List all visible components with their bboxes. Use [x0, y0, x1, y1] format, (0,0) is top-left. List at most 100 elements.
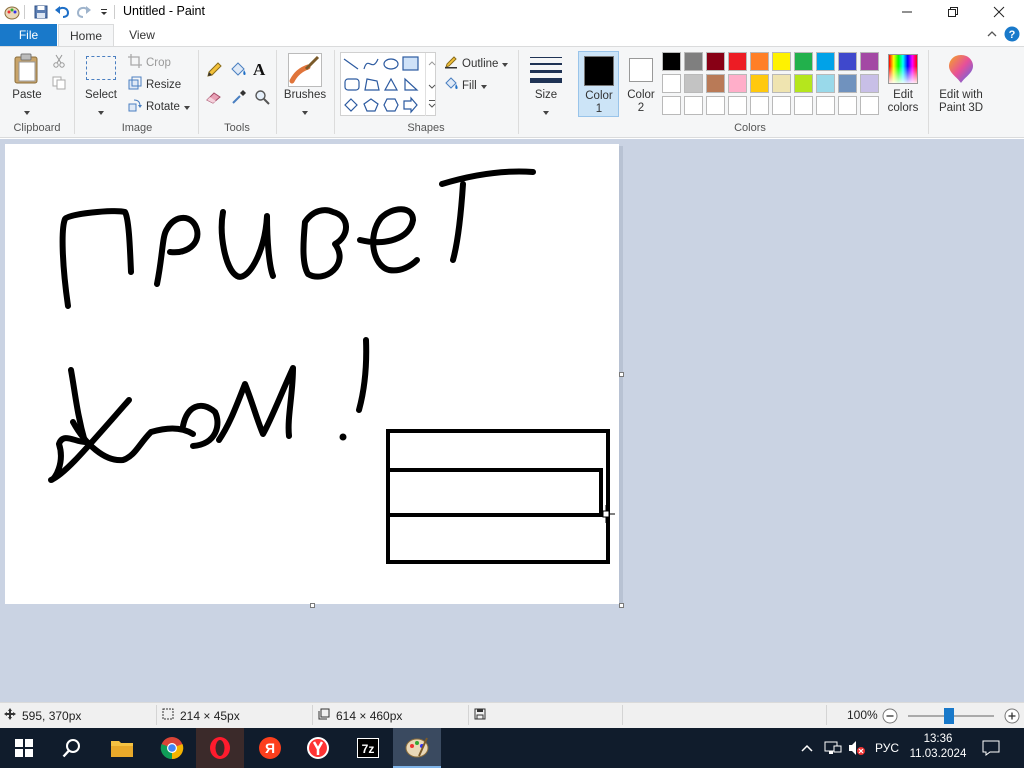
tab-file[interactable]: File — [0, 24, 57, 46]
pencil-icon[interactable] — [206, 62, 222, 81]
taskbar-opera[interactable] — [196, 728, 244, 768]
color-swatch[interactable] — [750, 52, 769, 71]
zoom-out-icon[interactable] — [882, 708, 898, 727]
taskbar-7zip[interactable]: 7z — [344, 728, 392, 768]
copy-icon[interactable] — [52, 76, 66, 93]
outline-button[interactable]: Outline — [444, 55, 509, 72]
redo-icon[interactable] — [75, 3, 93, 21]
restore-button[interactable] — [930, 0, 976, 24]
color-palette[interactable] — [662, 52, 882, 118]
color-swatch[interactable] — [816, 96, 835, 115]
color-swatch[interactable] — [794, 96, 813, 115]
taskbar-file-explorer[interactable] — [98, 728, 146, 768]
resize-handle-corner[interactable] — [619, 603, 624, 608]
color-swatch[interactable] — [772, 52, 791, 71]
color-swatch[interactable] — [750, 96, 769, 115]
group-separator — [276, 50, 277, 134]
color-swatch[interactable] — [772, 74, 791, 93]
taskbar-yandex-browser[interactable] — [294, 728, 342, 768]
color-swatch[interactable] — [860, 52, 879, 71]
color-swatch[interactable] — [684, 52, 703, 71]
paint-app-icon[interactable] — [3, 3, 21, 21]
color-swatch[interactable] — [706, 74, 725, 93]
search-button[interactable] — [48, 728, 96, 768]
close-button[interactable] — [976, 0, 1022, 24]
select-button[interactable]: Select — [80, 50, 122, 115]
notifications-icon[interactable] — [982, 728, 1000, 768]
minimize-button[interactable] — [884, 0, 930, 24]
color-swatch[interactable] — [728, 96, 747, 115]
color-swatch[interactable] — [684, 96, 703, 115]
color-swatch[interactable] — [706, 52, 725, 71]
edit-with-paint3d-button[interactable]: Edit with Paint 3D — [934, 50, 988, 116]
language-indicator[interactable]: РУС — [875, 728, 899, 768]
color-swatch[interactable] — [860, 74, 879, 93]
magnifier-icon[interactable] — [254, 89, 270, 108]
zoom-slider-thumb[interactable] — [944, 708, 954, 724]
color-swatch[interactable] — [728, 52, 747, 71]
cut-icon[interactable] — [52, 54, 66, 71]
opera-icon — [210, 737, 230, 759]
taskbar-paint[interactable] — [393, 728, 441, 768]
color-swatch[interactable] — [838, 52, 857, 71]
right-triangle-shape-icon — [404, 77, 419, 91]
color-swatch[interactable] — [684, 74, 703, 93]
resize-button[interactable]: Resize — [128, 76, 181, 93]
taskbar-yandex[interactable]: Я — [246, 728, 294, 768]
collapse-ribbon-icon[interactable] — [986, 28, 998, 43]
save-icon[interactable] — [32, 3, 50, 21]
resize-handle-right[interactable] — [619, 372, 624, 377]
color-swatch[interactable] — [816, 74, 835, 93]
color-swatch[interactable] — [662, 74, 681, 93]
zoom-in-icon[interactable] — [1004, 708, 1020, 727]
color-swatch[interactable] — [706, 96, 725, 115]
show-hidden-icons[interactable] — [800, 728, 814, 768]
paint-palette-icon — [405, 737, 429, 758]
eraser-icon[interactable] — [206, 90, 222, 107]
shapes-gallery[interactable] — [340, 52, 436, 116]
brushes-button[interactable]: Brushes — [282, 50, 328, 115]
color-swatch[interactable] — [794, 74, 813, 93]
color-picker-icon[interactable] — [231, 89, 247, 108]
help-icon[interactable]: ? — [1004, 26, 1020, 45]
customize-toolbar-icon[interactable] — [95, 3, 113, 21]
color-swatch[interactable] — [838, 96, 857, 115]
color-swatch[interactable] — [794, 52, 813, 71]
edit-colors-button[interactable]: Edit colors — [884, 50, 922, 116]
color-swatch[interactable] — [772, 96, 791, 115]
tab-home[interactable]: Home — [58, 24, 114, 46]
paint3d-label-1: Edit with — [939, 89, 983, 101]
drawing-canvas[interactable] — [5, 144, 619, 604]
resize-handle-bottom[interactable] — [310, 603, 315, 608]
tab-view[interactable]: View — [116, 24, 168, 46]
handwriting-stroke — [48, 367, 132, 483]
color-swatch[interactable] — [838, 74, 857, 93]
taskbar-chrome[interactable] — [148, 728, 196, 768]
crop-button[interactable]: Crop — [128, 54, 171, 71]
color-swatch[interactable] — [816, 52, 835, 71]
fill-bucket-icon[interactable] — [229, 62, 247, 81]
disk-icon — [474, 708, 486, 723]
color-swatch[interactable] — [750, 74, 769, 93]
chevron-down-icon — [98, 104, 104, 118]
size-button[interactable]: Size — [524, 50, 568, 115]
zoom-slider[interactable] — [908, 708, 994, 724]
color-swatch[interactable] — [662, 52, 681, 71]
color2-button[interactable]: Color 2 — [621, 51, 661, 117]
rotate-button[interactable]: Rotate — [128, 98, 190, 115]
color-swatch[interactable] — [860, 96, 879, 115]
paste-button[interactable]: Paste — [6, 50, 48, 115]
color1-button[interactable]: Color 1 — [578, 51, 619, 117]
volume-muted-icon[interactable] — [848, 728, 866, 768]
color-swatch[interactable] — [728, 74, 747, 93]
undo-icon[interactable] — [53, 3, 71, 21]
fill-button[interactable]: Fill — [444, 77, 487, 94]
network-icon[interactable] — [824, 728, 842, 768]
clock[interactable]: 13:36 11.03.2024 — [908, 731, 968, 767]
resize-label: Resize — [146, 78, 182, 91]
color-swatch[interactable] — [662, 96, 681, 115]
text-tool-icon[interactable]: A — [253, 60, 265, 80]
shapes-scroll[interactable] — [425, 53, 437, 116]
qa-separator — [24, 5, 25, 19]
start-button[interactable] — [0, 728, 48, 768]
